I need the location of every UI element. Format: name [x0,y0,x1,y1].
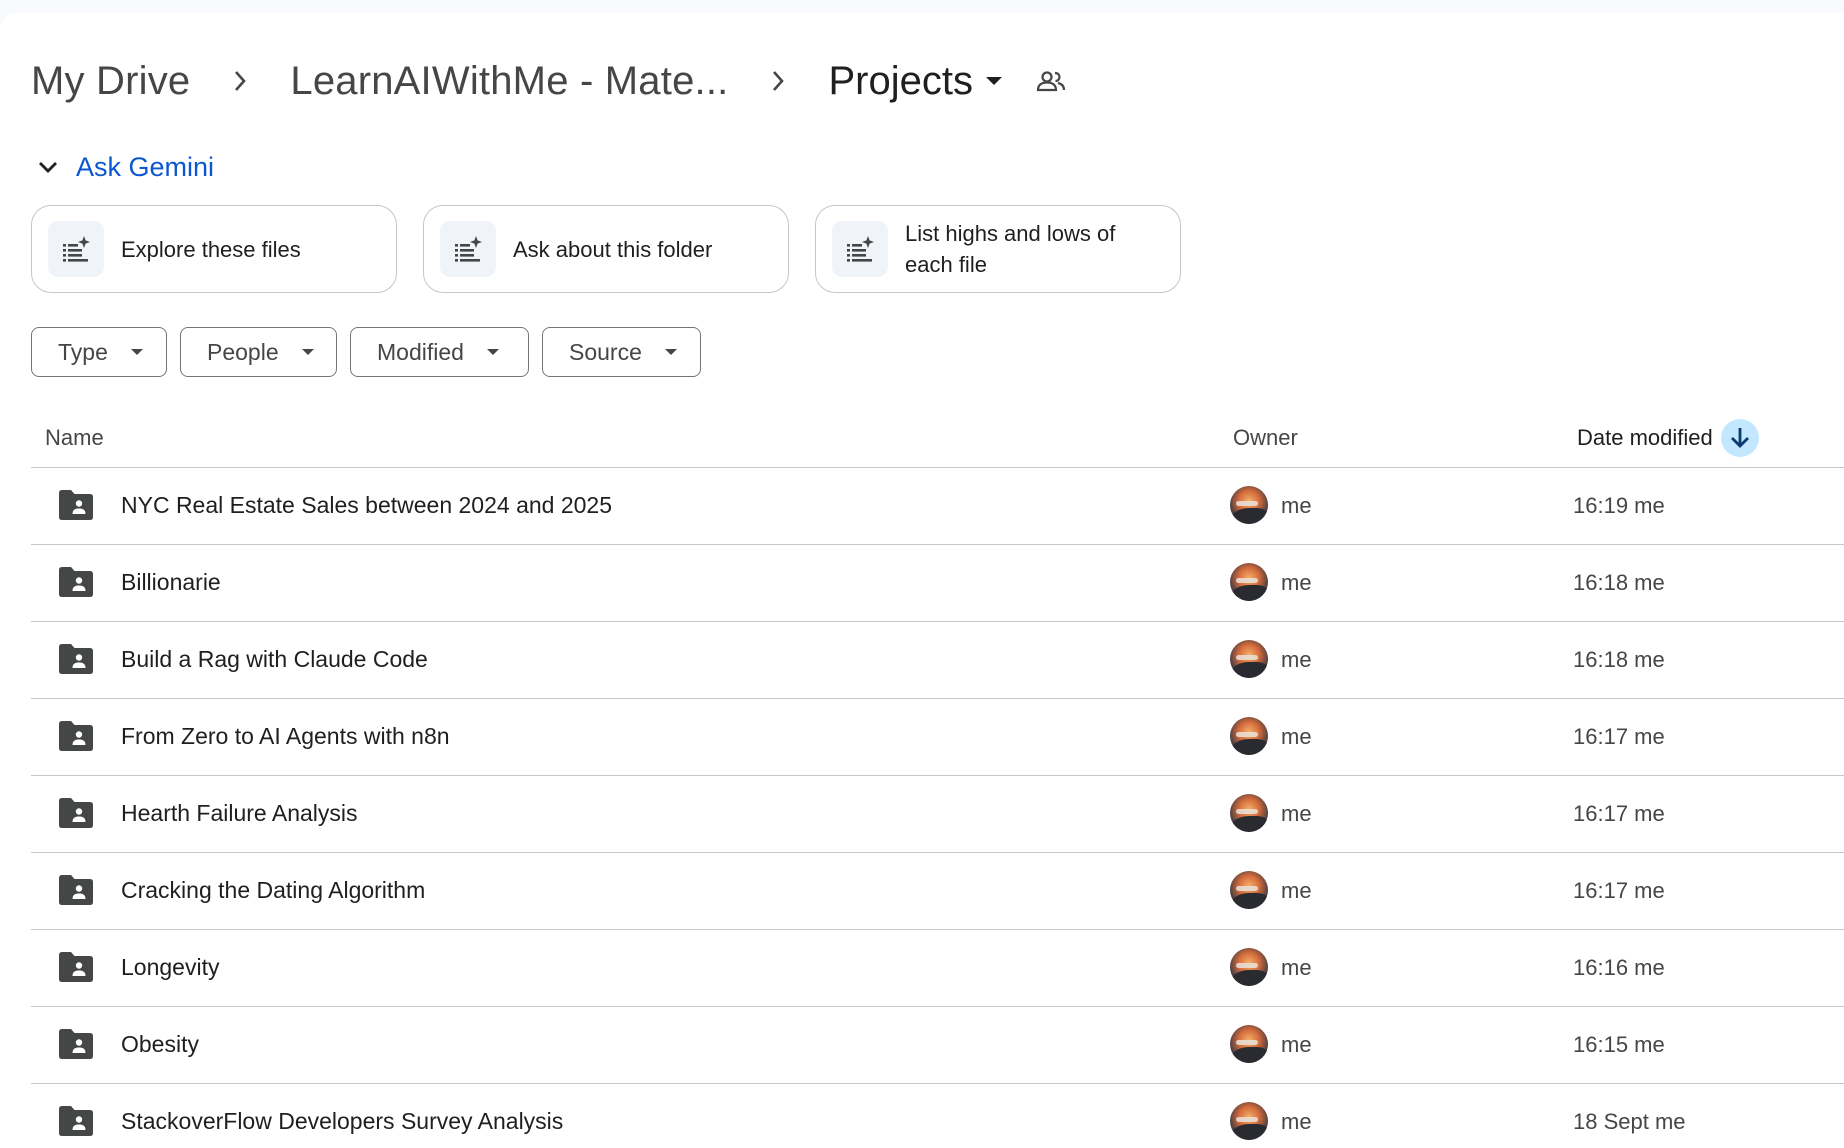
column-header-name[interactable]: Name [45,408,104,468]
shared-folder-icon [59,644,93,674]
sparkle-list-icon [440,221,496,277]
shared-folder-icon [59,1106,93,1136]
date-modified: 16:17 me [1573,723,1665,749]
file-name: NYC Real Estate Sales between 2024 and 2… [121,492,612,518]
column-header-date-modified[interactable]: Date modified [1577,408,1759,468]
table-row[interactable]: Billionarie me 16:18 me [31,545,1844,622]
owner-avatar [1230,563,1268,601]
file-name: Cracking the Dating Algorithm [121,877,426,903]
owner-name: me [1281,723,1312,749]
owner-avatar [1230,1102,1268,1140]
chip-label: Modified [377,338,464,365]
table-row[interactable]: Longevity me 16:16 me [31,930,1844,1007]
filter-source-chip[interactable]: Source [542,327,701,377]
breadcrumb-current-folder[interactable]: Projects [828,59,1003,104]
file-name: From Zero to AI Agents with n8n [121,723,450,749]
gemini-suggestions: Explore these files Ask about this folde… [31,205,1181,293]
owner-avatar [1230,1025,1268,1063]
caret-down-icon [130,348,144,356]
suggestion-label: Ask about this folder [513,236,713,262]
date-modified: 18 Sept me [1573,1108,1686,1134]
drive-main-panel: My Drive LearnAIWithMe - Mate... Project… [0,13,1844,1148]
table-row[interactable]: StackoverFlow Developers Survey Analysis… [31,1084,1844,1148]
table-row[interactable]: Cracking the Dating Algorithm me 16:17 m… [31,853,1844,930]
column-header-owner[interactable]: Owner [1233,408,1298,468]
shared-folder-icon [59,490,93,520]
ask-gemini-toggle[interactable]: Ask Gemini [32,145,214,189]
file-name: Longevity [121,954,220,980]
arrow-down-icon [1730,427,1750,449]
file-list: NYC Real Estate Sales between 2024 and 2… [31,468,1844,1148]
suggestion-explore-files[interactable]: Explore these files [31,205,397,293]
chevron-down-icon [32,151,64,183]
shared-folder-icon [59,721,93,751]
date-modified: 16:15 me [1573,1031,1665,1057]
table-row[interactable]: Obesity me 16:15 me [31,1007,1844,1084]
suggestion-highs-lows[interactable]: List highs and lows of each file [815,205,1181,293]
date-modified: 16:16 me [1573,954,1665,980]
chevron-right-icon [754,61,802,101]
chip-label: Type [58,338,108,365]
breadcrumb: My Drive LearnAIWithMe - Mate... Project… [31,45,1071,117]
column-header-date-label: Date modified [1577,425,1713,450]
owner-name: me [1281,800,1312,826]
owner-avatar [1230,717,1268,755]
suggestion-label: Explore these files [121,236,301,262]
shared-folder-icon [59,567,93,597]
suggestion-ask-folder[interactable]: Ask about this folder [423,205,789,293]
owner-name: me [1281,1108,1312,1134]
file-name: Hearth Failure Analysis [121,800,358,826]
owner-name: me [1281,1031,1312,1057]
chip-label: Source [569,338,642,365]
sparkle-list-icon [832,221,888,277]
suggestion-label: List highs and lows of each file [905,221,1116,277]
breadcrumb-current-label: Projects [828,58,973,103]
owner-name: me [1281,954,1312,980]
caret-down-icon [985,76,1003,86]
date-modified: 16:17 me [1573,800,1665,826]
breadcrumb-parent-folder[interactable]: LearnAIWithMe - Mate... [290,59,728,104]
breadcrumb-my-drive[interactable]: My Drive [31,59,190,104]
table-row[interactable]: Hearth Failure Analysis me 16:17 me [31,776,1844,853]
people-icon[interactable] [1031,61,1071,101]
date-modified: 16:18 me [1573,569,1665,595]
owner-avatar [1230,948,1268,986]
owner-avatar [1230,640,1268,678]
owner-avatar [1230,871,1268,909]
shared-folder-icon [59,875,93,905]
table-row[interactable]: Build a Rag with Claude Code me 16:18 me [31,622,1844,699]
owner-name: me [1281,492,1312,518]
date-modified: 16:17 me [1573,877,1665,903]
date-modified: 16:19 me [1573,492,1665,518]
table-row[interactable]: From Zero to AI Agents with n8n me 16:17… [31,699,1844,776]
shared-folder-icon [59,1029,93,1059]
file-name: StackoverFlow Developers Survey Analysis [121,1108,564,1134]
shared-folder-icon [59,798,93,828]
file-name: Build a Rag with Claude Code [121,646,428,672]
filter-people-chip[interactable]: People [180,327,337,377]
shared-folder-icon [59,952,93,982]
caret-down-icon [664,348,678,356]
owner-name: me [1281,646,1312,672]
caret-down-icon [301,348,315,356]
ask-gemini-label: Ask Gemini [76,151,215,182]
owner-name: me [1281,569,1312,595]
date-modified: 16:18 me [1573,646,1665,672]
owner-name: me [1281,877,1312,903]
owner-avatar [1230,794,1268,832]
file-name: Obesity [121,1031,199,1057]
sort-direction-button[interactable] [1720,419,1759,457]
filter-modified-chip[interactable]: Modified [350,327,529,377]
file-name: Billionarie [121,569,221,595]
table-header: Name Owner Date modified [31,408,1844,468]
filter-type-chip[interactable]: Type [31,327,167,377]
owner-avatar [1230,486,1268,524]
filter-chips: Type People Modified Source [31,327,701,377]
chevron-right-icon [216,61,264,101]
caret-down-icon [486,348,500,356]
sparkle-list-icon [48,221,104,277]
chip-label: People [207,338,279,365]
table-row[interactable]: NYC Real Estate Sales between 2024 and 2… [31,468,1844,545]
